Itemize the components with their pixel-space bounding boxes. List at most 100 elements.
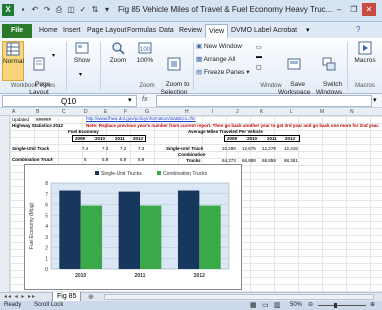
zoom-100-button[interactable]: 100 100% (133, 41, 157, 81)
freeze-panes-dropdown-icon: ▾ (246, 69, 250, 76)
formula-input[interactable] (156, 95, 372, 107)
row-headers[interactable] (0, 116, 10, 292)
sheet-nav-arrows-icon[interactable]: ◂◂ ◂ ▸ ▸▸ (4, 293, 36, 300)
column-header[interactable]: K (260, 109, 263, 115)
tab-view[interactable]: View (205, 24, 229, 38)
source-link[interactable]: http://www.fhwa.dot.gov/policyinformatio… (86, 116, 196, 121)
year-header: 2012 (133, 136, 144, 141)
freeze-panes-button[interactable]: ▤ Freeze Panes ▾ (196, 69, 250, 77)
bar (80, 205, 103, 269)
insert-function-icon[interactable]: fx (142, 96, 147, 103)
vmt-value: 12,415 (284, 146, 298, 151)
view-page-layout-icon[interactable]: ▭ (262, 301, 269, 310)
fuel-economy-chart[interactable]: 0 1 2 3 4 5 6 7 8 Fuel Economy (Mpg) 2010 2011 2012 S… (24, 164, 242, 290)
name-box[interactable]: Q10 (2, 95, 137, 107)
fuel-value: 6 (84, 157, 87, 162)
vmt-years-row: 2009 2010 2011 2012 (224, 135, 300, 142)
ribbon-separator (66, 42, 67, 90)
fuel-years-row: 2009 2010 2011 2012 (72, 135, 146, 142)
page-layout-view-button[interactable]: Page Layout (27, 41, 51, 96)
tab-dvmo-label[interactable]: DVMO Label (228, 24, 274, 38)
column-header[interactable]: H (185, 109, 189, 115)
zoom-to-selection-button[interactable]: Zoom to Selection (158, 41, 190, 96)
sheet-tab-bar: ◂◂ ◂ ▸ ▸▸ Fig 85 ⊕ (0, 292, 382, 302)
help-icon[interactable]: ? (356, 25, 360, 34)
view-page-break-icon[interactable]: ▥ (274, 301, 281, 310)
sort-icon[interactable]: ⇅ (89, 4, 101, 16)
column-header[interactable]: I (212, 109, 213, 115)
column-headers: A B C D E F G H I J K L M N (0, 108, 382, 116)
arrange-all-button[interactable]: ▦ Arrange All (196, 56, 235, 64)
excel-icon[interactable]: X (2, 4, 14, 16)
save-icon[interactable]: ▪ (17, 4, 29, 16)
new-window-icon: ▣ (196, 43, 203, 50)
unhide-icon[interactable]: ▢ (256, 64, 270, 74)
column-header[interactable]: A (12, 109, 15, 115)
zoom-slider-thumb[interactable] (334, 303, 337, 308)
split-icon[interactable]: ▭ (256, 44, 270, 54)
bar (140, 205, 162, 269)
undo-icon[interactable]: ↶ (29, 4, 41, 16)
preview-icon[interactable]: ◫ (65, 4, 77, 16)
column-header[interactable]: M (320, 109, 324, 115)
tab-formulas[interactable]: Formulas (124, 24, 159, 38)
restore-icon[interactable]: ❐ (347, 3, 361, 16)
column-header[interactable]: N (350, 109, 354, 115)
minimize-icon[interactable]: – (332, 3, 346, 16)
hide-icon[interactable]: ▬ (256, 54, 270, 64)
column-header[interactable]: C (62, 109, 66, 115)
tab-insert[interactable]: Insert (60, 24, 84, 38)
qat-dropdown-icon[interactable]: ▾ (101, 4, 113, 16)
page-layout-icon (33, 57, 45, 71)
expand-formula-icon[interactable]: ▾ (373, 96, 377, 104)
print-icon[interactable]: ⎙ (53, 4, 65, 16)
ribbon: Normal Page Layout ▾ Workbook Views Show… (0, 38, 382, 104)
new-window-button[interactable]: ▣ New Window (196, 43, 242, 51)
zoom-out-icon[interactable]: ⊖ (308, 301, 313, 310)
column-header[interactable]: G (145, 109, 149, 115)
acrobat-dropdown-icon[interactable]: ▾ (306, 26, 310, 34)
svg-text:100: 100 (140, 47, 151, 53)
name-box-dropdown-icon[interactable]: ▾ (128, 96, 132, 104)
zoom-button[interactable]: Zoom (104, 41, 132, 81)
macros-button[interactable]: Macros (350, 41, 380, 81)
view-normal-icon[interactable]: ▦ (250, 301, 257, 310)
normal-view-button[interactable]: Normal (2, 41, 24, 81)
ribbon-separator (193, 42, 194, 90)
workbook-views-more-icon[interactable]: ▾ (52, 52, 55, 59)
column-header[interactable]: L (290, 109, 293, 115)
tab-page-layout[interactable]: Page Layout (84, 24, 129, 38)
zoom-in-icon[interactable]: ⊕ (370, 301, 375, 310)
insert-sheet-icon[interactable]: ⊕ (88, 293, 94, 301)
close-icon[interactable]: ✕ (362, 3, 376, 16)
tab-review[interactable]: Review (176, 24, 205, 38)
legend-label: Combination Trucks (163, 171, 208, 177)
x-tick-label: 2010 (75, 273, 86, 279)
save-workspace-button[interactable]: Save Workspace (278, 41, 310, 96)
redo-icon[interactable]: ↷ (41, 4, 53, 16)
zoom-100-icon: 100 (138, 42, 152, 54)
magnifier-icon (112, 42, 125, 55)
row-label-combination: Combination Truck (12, 157, 53, 162)
vmt-value: 66,888 (242, 158, 256, 163)
column-header[interactable]: F (124, 109, 127, 115)
horizontal-scrollbar[interactable] (104, 294, 374, 300)
column-header[interactable]: D (84, 109, 88, 115)
tab-data[interactable]: Data (156, 24, 177, 38)
switch-windows-button[interactable]: Switch Windows ▾ (313, 41, 345, 104)
year-header: 2011 (115, 136, 125, 141)
spell-icon[interactable]: ✓ (77, 4, 89, 16)
tab-file[interactable]: File (2, 24, 32, 38)
column-header[interactable]: B (36, 109, 39, 115)
macros-icon (358, 41, 372, 55)
tab-acrobat[interactable]: Acrobat (270, 24, 300, 38)
zoom-slider[interactable] (318, 305, 366, 306)
bar (118, 191, 140, 269)
tab-home[interactable]: Home (36, 24, 61, 38)
vmt-value: 68,361 (284, 158, 298, 163)
zoom-label: Zoom (109, 57, 127, 64)
column-header[interactable]: E (104, 109, 107, 115)
zoom-level[interactable]: 50% (290, 301, 302, 310)
year-header: 2009 (227, 136, 238, 141)
column-header[interactable]: J (236, 109, 239, 115)
